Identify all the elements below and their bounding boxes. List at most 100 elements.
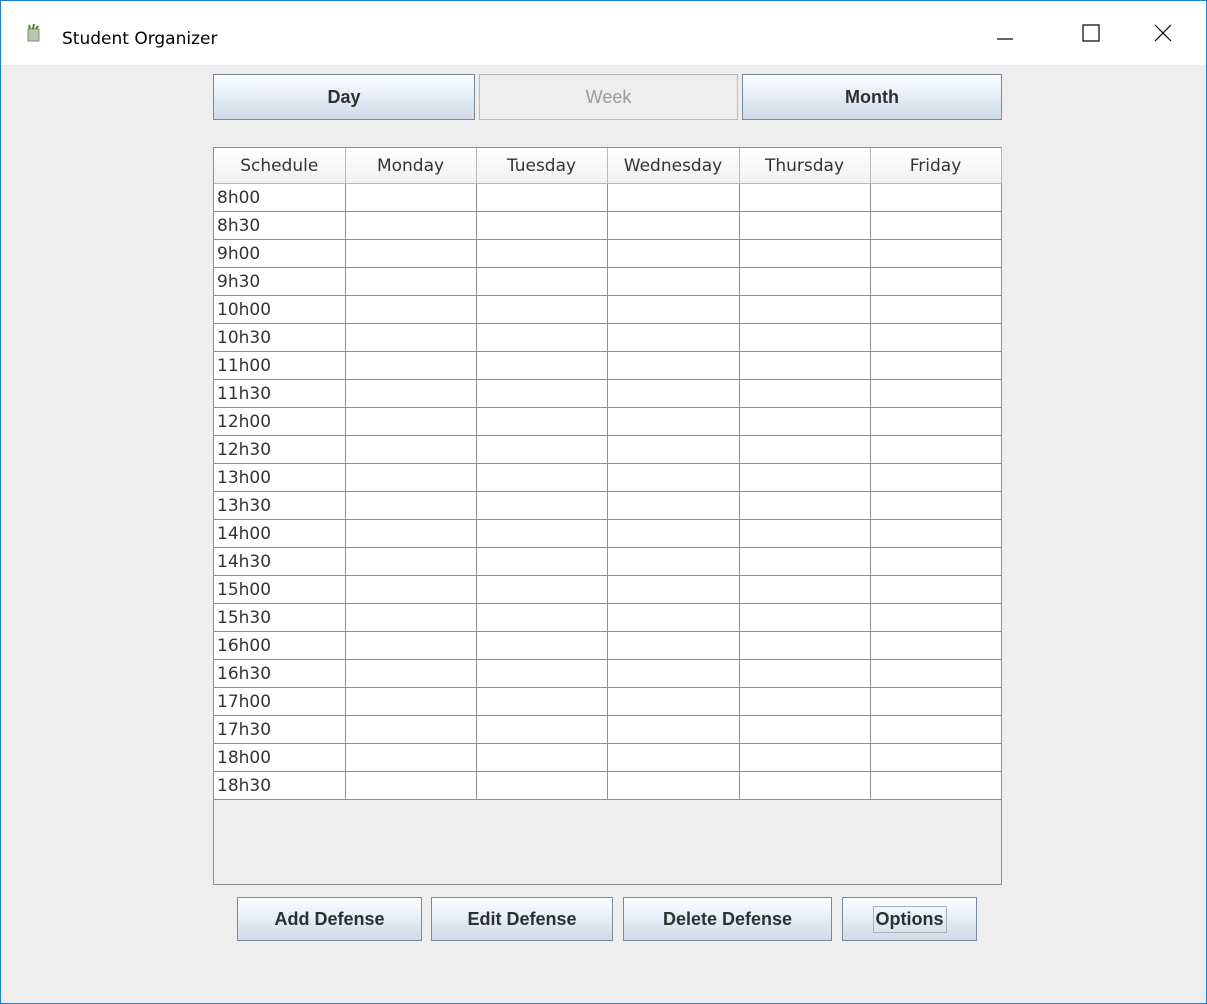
- schedule-cell[interactable]: [738, 743, 871, 772]
- schedule-cell[interactable]: [344, 575, 477, 604]
- schedule-cell[interactable]: [869, 267, 1002, 296]
- time-slot-cell[interactable]: 11h00: [214, 351, 346, 380]
- schedule-cell[interactable]: [475, 351, 608, 380]
- schedule-cell[interactable]: [606, 239, 740, 268]
- schedule-cell[interactable]: [606, 183, 740, 212]
- schedule-cell[interactable]: [869, 743, 1002, 772]
- table-row[interactable]: 18h00: [214, 743, 1002, 772]
- schedule-cell[interactable]: [738, 715, 871, 744]
- schedule-cell[interactable]: [344, 603, 477, 632]
- schedule-cell[interactable]: [869, 295, 1002, 324]
- schedule-cell[interactable]: [738, 519, 871, 548]
- schedule-cell[interactable]: [475, 631, 608, 660]
- schedule-cell[interactable]: [738, 295, 871, 324]
- add-defense-button[interactable]: Add Defense: [237, 897, 422, 941]
- time-slot-cell[interactable]: 10h00: [214, 295, 346, 324]
- table-row[interactable]: 15h00: [214, 575, 1002, 604]
- schedule-cell[interactable]: [344, 491, 477, 520]
- time-slot-cell[interactable]: 8h30: [214, 211, 346, 240]
- table-row[interactable]: 10h00: [214, 295, 1002, 324]
- table-row[interactable]: 17h30: [214, 715, 1002, 744]
- schedule-cell[interactable]: [869, 575, 1002, 604]
- schedule-cell[interactable]: [475, 323, 608, 352]
- schedule-cell[interactable]: [738, 183, 871, 212]
- schedule-cell[interactable]: [738, 379, 871, 408]
- schedule-cell[interactable]: [738, 547, 871, 576]
- schedule-cell[interactable]: [475, 519, 608, 548]
- schedule-cell[interactable]: [344, 295, 477, 324]
- schedule-cell[interactable]: [738, 323, 871, 352]
- time-slot-cell[interactable]: 18h30: [214, 771, 346, 800]
- schedule-cell[interactable]: [738, 239, 871, 268]
- week-view-button[interactable]: Week: [479, 74, 738, 120]
- time-slot-cell[interactable]: 12h30: [214, 435, 346, 464]
- schedule-cell[interactable]: [869, 547, 1002, 576]
- minimize-button[interactable]: [969, 1, 1041, 65]
- schedule-cell[interactable]: [606, 575, 740, 604]
- schedule-cell[interactable]: [344, 631, 477, 660]
- day-view-button[interactable]: Day: [213, 74, 475, 120]
- table-row[interactable]: 11h30: [214, 379, 1002, 408]
- schedule-cell[interactable]: [344, 659, 477, 688]
- schedule-cell[interactable]: [344, 771, 477, 800]
- schedule-cell[interactable]: [869, 715, 1002, 744]
- schedule-cell[interactable]: [475, 547, 608, 576]
- schedule-cell[interactable]: [606, 771, 740, 800]
- schedule-cell[interactable]: [344, 407, 477, 436]
- time-slot-cell[interactable]: 15h30: [214, 603, 346, 632]
- schedule-cell[interactable]: [738, 463, 871, 492]
- schedule-cell[interactable]: [606, 435, 740, 464]
- schedule-cell[interactable]: [344, 379, 477, 408]
- schedule-cell[interactable]: [475, 183, 608, 212]
- schedule-cell[interactable]: [606, 687, 740, 716]
- schedule-cell[interactable]: [869, 491, 1002, 520]
- time-slot-cell[interactable]: 13h00: [214, 463, 346, 492]
- table-row[interactable]: 16h30: [214, 659, 1002, 688]
- schedule-cell[interactable]: [869, 659, 1002, 688]
- time-slot-cell[interactable]: 16h00: [214, 631, 346, 660]
- column-header-tuesday[interactable]: Tuesday: [475, 148, 608, 184]
- schedule-cell[interactable]: [475, 715, 608, 744]
- schedule-cell[interactable]: [344, 743, 477, 772]
- schedule-cell[interactable]: [344, 351, 477, 380]
- table-row[interactable]: 9h30: [214, 267, 1002, 296]
- time-slot-cell[interactable]: 13h30: [214, 491, 346, 520]
- schedule-cell[interactable]: [869, 239, 1002, 268]
- table-row[interactable]: 8h00: [214, 183, 1002, 212]
- schedule-cell[interactable]: [738, 267, 871, 296]
- schedule-cell[interactable]: [344, 715, 477, 744]
- schedule-cell[interactable]: [606, 211, 740, 240]
- column-header-monday[interactable]: Monday: [344, 148, 477, 184]
- table-row[interactable]: 18h30: [214, 771, 1002, 800]
- time-slot-cell[interactable]: 10h30: [214, 323, 346, 352]
- schedule-cell[interactable]: [475, 491, 608, 520]
- schedule-cell[interactable]: [738, 351, 871, 380]
- schedule-cell[interactable]: [869, 771, 1002, 800]
- table-row[interactable]: 12h30: [214, 435, 1002, 464]
- delete-defense-button[interactable]: Delete Defense: [623, 897, 832, 941]
- table-row[interactable]: 11h00: [214, 351, 1002, 380]
- time-slot-cell[interactable]: 14h30: [214, 547, 346, 576]
- schedule-table[interactable]: Schedule Monday Tuesday Wednesday Thursday Fr…: [214, 148, 1002, 800]
- schedule-cell[interactable]: [738, 687, 871, 716]
- schedule-cell[interactable]: [606, 351, 740, 380]
- schedule-cell[interactable]: [606, 659, 740, 688]
- schedule-cell[interactable]: [475, 267, 608, 296]
- time-slot-cell[interactable]: 17h00: [214, 687, 346, 716]
- schedule-cell[interactable]: [869, 603, 1002, 632]
- schedule-cell[interactable]: [738, 603, 871, 632]
- schedule-cell[interactable]: [869, 463, 1002, 492]
- table-row[interactable]: 13h00: [214, 463, 1002, 492]
- schedule-cell[interactable]: [475, 575, 608, 604]
- time-slot-cell[interactable]: 9h00: [214, 239, 346, 268]
- schedule-cell[interactable]: [606, 519, 740, 548]
- schedule-cell[interactable]: [475, 771, 608, 800]
- schedule-cell[interactable]: [738, 659, 871, 688]
- schedule-cell[interactable]: [475, 379, 608, 408]
- schedule-cell[interactable]: [344, 547, 477, 576]
- table-row[interactable]: 14h00: [214, 519, 1002, 548]
- schedule-cell[interactable]: [344, 267, 477, 296]
- time-slot-cell[interactable]: 9h30: [214, 267, 346, 296]
- maximize-button[interactable]: [1055, 1, 1127, 65]
- schedule-table-scroll-pane[interactable]: Schedule Monday Tuesday Wednesday Thursday Fr…: [213, 147, 1002, 885]
